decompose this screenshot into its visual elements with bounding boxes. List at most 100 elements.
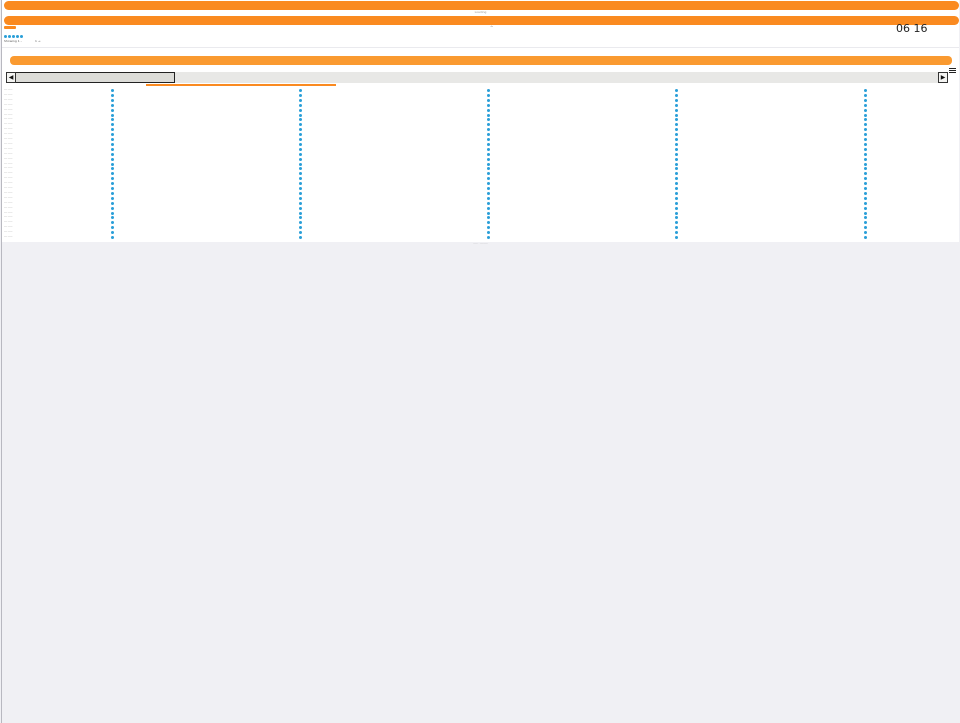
cell-dot-icon[interactable]	[487, 128, 490, 132]
cell-dot-icon[interactable]	[299, 201, 302, 205]
cell-dot-icon[interactable]	[675, 128, 678, 132]
cell-dot-icon[interactable]	[675, 152, 678, 156]
cell-dot-icon[interactable]	[487, 147, 490, 151]
orange-banner[interactable]	[10, 56, 952, 65]
cell-dot-icon[interactable]	[864, 231, 867, 235]
cell-dot-icon[interactable]	[487, 123, 490, 127]
cell-dot-icon[interactable]	[299, 128, 302, 132]
cell-dot-icon[interactable]	[675, 231, 678, 235]
scroll-right-icon[interactable]: ▶	[938, 72, 948, 83]
cell-dot-icon[interactable]	[864, 108, 867, 112]
cell-dot-icon[interactable]	[864, 236, 867, 239]
cell-dot-icon[interactable]	[487, 216, 490, 220]
cell-dot-icon[interactable]	[864, 182, 867, 186]
cell-dot-icon[interactable]	[675, 157, 678, 161]
cell-dot-icon[interactable]	[299, 211, 302, 215]
cell-dot-icon[interactable]	[487, 172, 490, 176]
cell-dot-icon[interactable]	[675, 177, 678, 181]
cell-dot-icon[interactable]	[675, 187, 678, 190]
cell-dot-icon[interactable]	[487, 226, 490, 230]
cell-dot-icon[interactable]	[299, 216, 302, 220]
cell-dot-icon[interactable]	[299, 172, 302, 176]
cell-dot-icon[interactable]	[487, 118, 490, 122]
small-tag[interactable]	[4, 26, 16, 29]
cell-dot-icon[interactable]	[111, 93, 114, 97]
cell-dot-icon[interactable]	[299, 221, 302, 225]
cell-dot-icon[interactable]	[864, 152, 867, 156]
cell-dot-icon[interactable]	[675, 138, 678, 141]
cell-dot-icon[interactable]	[487, 133, 490, 137]
scrollbar-thumb[interactable]	[16, 72, 175, 83]
cell-dot-icon[interactable]	[675, 108, 678, 112]
cell-dot-icon[interactable]	[299, 236, 302, 239]
caret-icon[interactable]: ^	[490, 26, 493, 30]
cell-dot-icon[interactable]	[675, 133, 678, 137]
cell-dot-icon[interactable]	[675, 206, 678, 210]
cell-dot-icon[interactable]	[487, 201, 490, 205]
cell-dot-icon[interactable]	[299, 157, 302, 161]
cell-dot-icon[interactable]	[299, 103, 302, 107]
cell-dot-icon[interactable]	[487, 167, 490, 171]
cell-dot-icon[interactable]	[299, 196, 302, 200]
cell-dot-icon[interactable]	[299, 226, 302, 230]
cell-dot-icon[interactable]	[675, 123, 678, 127]
secondary-bar[interactable]	[4, 16, 959, 25]
cell-dot-icon[interactable]	[864, 201, 867, 205]
cell-dot-icon[interactable]	[111, 162, 114, 166]
cell-dot-icon[interactable]	[111, 177, 114, 181]
cell-dot-icon[interactable]	[487, 187, 490, 190]
cell-dot-icon[interactable]	[487, 191, 490, 195]
cell-dot-icon[interactable]	[487, 236, 490, 239]
cell-dot-icon[interactable]	[675, 221, 678, 225]
cell-dot-icon[interactable]	[864, 172, 867, 176]
cell-dot-icon[interactable]	[487, 177, 490, 181]
cell-dot-icon[interactable]	[864, 157, 867, 161]
cell-dot-icon[interactable]	[864, 142, 867, 146]
cell-dot-icon[interactable]	[111, 157, 114, 161]
cell-dot-icon[interactable]	[111, 216, 114, 220]
cell-dot-icon[interactable]	[675, 89, 678, 92]
cell-dot-icon[interactable]	[111, 89, 114, 92]
cell-dot-icon[interactable]	[299, 152, 302, 156]
cell-dot-icon[interactable]	[299, 123, 302, 127]
cell-dot-icon[interactable]	[111, 152, 114, 156]
cell-dot-icon[interactable]	[864, 162, 867, 166]
scroll-left-icon[interactable]: ◀	[6, 72, 16, 83]
cell-dot-icon[interactable]	[299, 177, 302, 181]
cell-dot-icon[interactable]	[111, 221, 114, 225]
cell-dot-icon[interactable]	[864, 138, 867, 141]
cell-dot-icon[interactable]	[487, 98, 490, 102]
cell-dot-icon[interactable]	[675, 98, 678, 102]
cell-dot-icon[interactable]	[864, 187, 867, 190]
cell-dot-icon[interactable]	[487, 211, 490, 215]
cell-dot-icon[interactable]	[864, 211, 867, 215]
cell-dot-icon[interactable]	[675, 216, 678, 220]
cell-dot-icon[interactable]	[111, 138, 114, 141]
cell-dot-icon[interactable]	[864, 191, 867, 195]
cell-dot-icon[interactable]	[864, 103, 867, 107]
cell-dot-icon[interactable]	[675, 142, 678, 146]
cell-dot-icon[interactable]	[111, 206, 114, 210]
cell-dot-icon[interactable]	[111, 98, 114, 102]
cell-dot-icon[interactable]	[487, 142, 490, 146]
cell-dot-icon[interactable]	[111, 226, 114, 230]
cell-dot-icon[interactable]	[299, 142, 302, 146]
cell-dot-icon[interactable]	[299, 138, 302, 141]
cell-dot-icon[interactable]	[299, 167, 302, 171]
cell-dot-icon[interactable]	[299, 182, 302, 186]
cell-dot-icon[interactable]	[111, 201, 114, 205]
cell-dot-icon[interactable]	[864, 93, 867, 97]
cell-dot-icon[interactable]	[299, 133, 302, 137]
table-row[interactable]: ── ───	[4, 235, 959, 240]
cell-dot-icon[interactable]	[864, 118, 867, 122]
cell-dot-icon[interactable]	[675, 113, 678, 117]
cell-dot-icon[interactable]	[487, 113, 490, 117]
cell-dot-icon[interactable]	[299, 113, 302, 117]
cell-dot-icon[interactable]	[299, 93, 302, 97]
cell-dot-icon[interactable]	[675, 118, 678, 122]
cell-dot-icon[interactable]	[111, 167, 114, 171]
cell-dot-icon[interactable]	[111, 211, 114, 215]
cell-dot-icon[interactable]	[487, 138, 490, 141]
horizontal-scrollbar[interactable]: ◀ ▶	[6, 72, 948, 83]
cell-dot-icon[interactable]	[675, 172, 678, 176]
